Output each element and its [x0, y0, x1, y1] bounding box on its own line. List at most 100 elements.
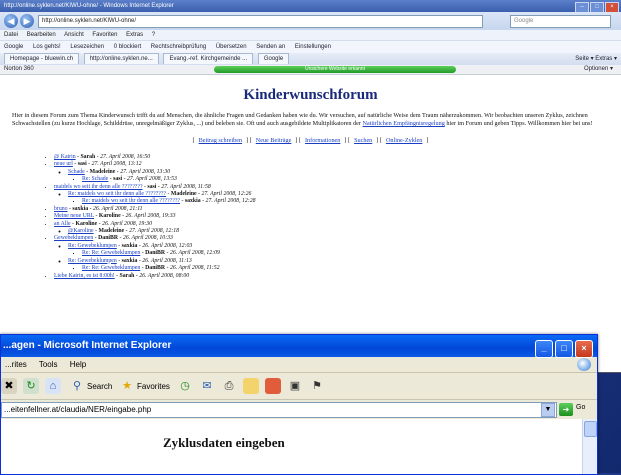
menu-item[interactable]: Extras [126, 32, 143, 38]
post-subject-link[interactable]: Schade [68, 169, 85, 175]
post-subject-link[interactable]: @ Katrin [54, 154, 76, 160]
post-date: 27. April 2008, 12:18 [129, 228, 180, 235]
post-subject-link[interactable]: @Karoline [68, 228, 94, 234]
ie7-address-bar[interactable]: http://online.syklen.net/KIWU-ohne/ [38, 15, 483, 28]
post-subject-link[interactable]: Re: Schade [82, 176, 108, 182]
go-button[interactable]: Go [576, 404, 585, 411]
tab[interactable]: Evang.-ref. Kirchgemeinde ... [163, 53, 254, 64]
favorites-button[interactable]: Favorites [137, 382, 170, 391]
toolbar-item[interactable]: Lesezeichen [70, 44, 104, 50]
ie7-search-input[interactable]: Google [510, 15, 611, 28]
menu-item[interactable]: Tools [39, 360, 58, 369]
post-subject-link[interactable]: Re: Gewebeklumpen [68, 243, 117, 249]
tab-tools[interactable]: Seite ▾ Extras ▾ [575, 53, 617, 65]
edit-icon[interactable]: ▣ [287, 378, 303, 394]
online-cycles-link[interactable]: Online-Zyklen [386, 137, 422, 144]
ie7-tabbar: Homepage - bluewin.ch http://online.sykl… [0, 53, 621, 65]
post-subject-link[interactable]: Re: Re: Gewebeklumpen [82, 250, 140, 256]
toolbar-item[interactable]: Einstellungen [295, 44, 331, 50]
post-author: DaniBR [98, 235, 119, 242]
tab[interactable]: http://online.syklen.ne... [83, 53, 159, 64]
vertical-scrollbar[interactable] [582, 419, 597, 474]
menu-item[interactable]: Help [70, 360, 86, 369]
post-subject-link[interactable]: Re: Gewebeklumpen [68, 258, 117, 264]
home-icon[interactable]: ⌂ [45, 378, 61, 394]
toolbar-item[interactable]: Übersetzen [216, 44, 247, 50]
list-item: Gewebeklumpen - DaniBR - 26. April 2008,… [54, 235, 609, 272]
menu-item[interactable]: Datei [4, 32, 18, 38]
information-link[interactable]: Informationen [305, 137, 340, 144]
search-link[interactable]: Suchen [354, 137, 372, 144]
post-subject-link[interactable]: Re: Re: Gewebeklumpen [82, 265, 140, 271]
stop-icon[interactable]: ✖ [1, 378, 17, 394]
back-arrow-icon[interactable]: ◀ [4, 14, 18, 28]
norton-options[interactable]: Optionen ▾ [584, 65, 613, 74]
post-subject-link[interactable]: maidels wo seit ihr denn alle ???????? [54, 184, 143, 190]
post-subject-link[interactable]: Liebe Katrin, es ist 8:00h! [54, 273, 115, 279]
close-button[interactable]: × [575, 340, 593, 358]
new-posts-link[interactable]: Neue Beiträge [256, 137, 292, 144]
list-item: an Alle - Karoline - 26. April 2008, 19:… [54, 221, 609, 236]
toolbar-item[interactable]: Los gehts! [33, 44, 61, 50]
post-author: Sarah [80, 154, 96, 160]
list-item: Re: Re: Gewebeklumpen - DaniBR - 26. Apr… [82, 265, 609, 272]
mail-icon[interactable]: ✉ [199, 378, 215, 394]
refresh-icon[interactable]: ↻ [23, 378, 39, 394]
search-button[interactable]: Search [87, 382, 112, 391]
ie6-titlebar: ...agen - Microsoft Internet Explorer _ □… [1, 335, 597, 358]
post-subject-link[interactable]: Meine neue URL [54, 213, 94, 219]
toolbar-item[interactable]: Rechtschreibprüfung [151, 44, 206, 50]
reply-list: Schade - Madeleine - 27. April 2008, 13:… [54, 169, 609, 184]
post-author: Sarah [119, 272, 135, 279]
msn-icon[interactable] [265, 378, 281, 394]
list-item: @ Katrin - Sarah - 27. April 2008, 16:50 [54, 154, 609, 161]
list-item: Re: Gewebeklumpen - saxkia - 26. April 2… [68, 258, 609, 273]
post-subject-link[interactable]: bruno [54, 206, 68, 212]
chevron-down-icon[interactable]: ▼ [541, 403, 555, 417]
list-item: bruno - saxkia - 26. April 2008, 21:11 [54, 206, 609, 213]
ie6-address-bar[interactable]: ...eitenfellner.at/claudia/NER/eingabe.p… [1, 402, 557, 418]
post-subject-link[interactable]: Re: maidels wo seit ihr denn alle ??????… [82, 198, 180, 204]
menu-item[interactable]: ? [152, 32, 155, 38]
maximize-button[interactable]: □ [555, 340, 573, 358]
post-subject-link[interactable]: Gewebeklumpen [54, 235, 93, 241]
write-post-link[interactable]: Beitrag schreiben [199, 137, 242, 144]
post-author: saxkia [121, 257, 138, 264]
toolbar-item[interactable]: 0 blockiert [114, 44, 141, 50]
tab[interactable]: Homepage - bluewin.ch [4, 53, 80, 64]
norton-status-bar[interactable]: Unsichere Website erkannt [214, 66, 456, 73]
post-date: 26. April 2008, 12:03 [142, 242, 193, 249]
toolbar-item[interactable]: Senden an [256, 44, 285, 50]
post-date: 26. April 2008, 10:33 [122, 235, 173, 242]
search-icon[interactable]: ⚲ [69, 378, 85, 394]
scrollbar-thumb[interactable] [584, 421, 597, 437]
post-subject-link[interactable]: neue url [54, 161, 73, 167]
menu-item[interactable]: ...rites [5, 360, 27, 369]
minimize-button[interactable]: _ [535, 340, 553, 358]
toolbar-item[interactable]: Google [4, 44, 23, 50]
reply-list: Re: Gewebeklumpen - saxkia - 26. April 2… [54, 243, 609, 273]
post-date: 26. April 2008, 11:52 [169, 265, 220, 272]
favorites-star-icon[interactable]: ★ [119, 378, 135, 394]
post-subject-link[interactable]: an Alle [54, 221, 71, 227]
ie7-window: http://online.syklen.net/KIWU-ohne/ - Wi… [0, 0, 621, 373]
forum-page: Kinderwunschforum Hier in diesem Forum z… [0, 75, 621, 286]
list-item: Re: Re: Gewebeklumpen - DaniBR - 26. Apr… [82, 250, 609, 257]
forward-arrow-icon[interactable]: ▶ [20, 14, 34, 28]
messenger-icon[interactable]: ⚑ [309, 378, 325, 394]
list-item: Meine neue URL - Karoline - 26. April 20… [54, 213, 609, 220]
page-title: Kinderwunschforum [243, 87, 378, 103]
ner-link[interactable]: Natürlichen Empfängnisregelung [363, 120, 445, 127]
ie7-titlebar: http://online.syklen.net/KIWU-ohne/ - Wi… [0, 0, 621, 13]
post-subject-link[interactable]: Re: maidels wo seit ihr denn alle ??????… [68, 191, 166, 197]
go-arrow-icon[interactable]: ➜ [559, 403, 573, 416]
tab[interactable]: Google [257, 53, 290, 64]
menu-item[interactable]: Favoriten [92, 32, 117, 38]
print-icon[interactable]: ⎙ [221, 378, 237, 394]
menu-item[interactable]: Ansicht [64, 32, 84, 38]
history-icon[interactable]: ◷ [177, 378, 193, 394]
list-item: Liebe Katrin, es ist 8:00h! - Sarah - 26… [54, 273, 609, 280]
menu-item[interactable]: Bearbeiten [27, 32, 56, 38]
post-author: sasi [113, 176, 123, 183]
folder-icon[interactable] [243, 378, 259, 394]
